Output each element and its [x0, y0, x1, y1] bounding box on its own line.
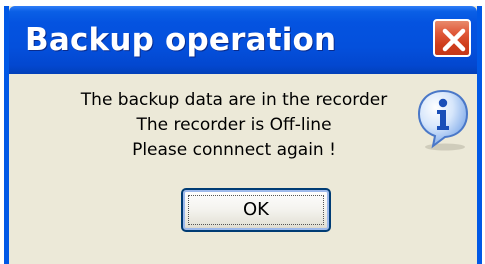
title-bar[interactable]: Backup operation [9, 6, 477, 74]
ok-button[interactable]: OK [181, 188, 331, 232]
dialog-title: Backup operation [25, 22, 337, 58]
close-icon [442, 28, 466, 52]
close-button[interactable] [433, 19, 471, 57]
ok-label: OK [243, 199, 269, 220]
message-line: The backup data are in the recorder [80, 90, 388, 110]
dialog-window: Backup operation The backup data are in … [4, 6, 482, 264]
message-line: The recorder is Off-line [136, 115, 332, 135]
info-icon [415, 88, 471, 152]
message-text: The backup data are in the recorder The … [9, 88, 459, 163]
message-line: Please connnect again ! [132, 140, 336, 160]
